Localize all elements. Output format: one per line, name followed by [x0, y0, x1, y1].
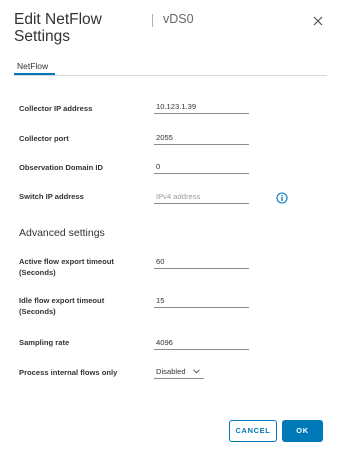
collector-port-input[interactable]	[154, 130, 249, 145]
dialog-title: Edit NetFlow Settings	[14, 11, 102, 45]
collector-ip-input[interactable]	[154, 99, 249, 114]
idle-timeout-label: Idle flow export timeout (Seconds)	[19, 296, 104, 317]
close-icon	[313, 16, 323, 26]
switch-ip-input[interactable]	[154, 189, 249, 204]
sampling-rate-input[interactable]	[154, 335, 249, 350]
collector-ip-label: Collector IP address	[19, 104, 93, 113]
observation-domain-label: Observation Domain ID	[19, 163, 103, 172]
advanced-settings-heading: Advanced settings	[19, 227, 105, 239]
switch-ip-label: Switch IP address	[19, 192, 84, 201]
cancel-button[interactable]: CANCEL	[229, 420, 277, 442]
collector-port-label: Collector port	[19, 134, 69, 143]
active-timeout-label: Active flow export timeout (Seconds)	[19, 257, 114, 278]
dialog-subtitle: vDS0	[163, 12, 194, 26]
internal-flows-label: Process internal flows only	[19, 368, 118, 377]
switch-ip-info-button[interactable]	[276, 191, 288, 204]
active-timeout-input[interactable]	[154, 254, 249, 269]
info-icon	[276, 192, 288, 204]
idle-timeout-input[interactable]	[154, 293, 249, 308]
tab-divider	[14, 75, 327, 76]
close-button[interactable]	[312, 14, 324, 26]
observation-domain-input[interactable]	[154, 159, 249, 174]
active-timeout-label-line1: Active flow export timeout	[19, 257, 114, 266]
tab-netflow[interactable]: NetFlow	[17, 61, 48, 71]
edit-netflow-dialog: Edit NetFlow Settings vDS0 NetFlow Colle…	[0, 0, 337, 453]
chevron-down-icon	[193, 369, 200, 374]
sampling-rate-label: Sampling rate	[19, 338, 70, 347]
idle-timeout-label-line2: (Seconds)	[19, 306, 56, 316]
internal-flows-select[interactable]: Disabled	[154, 365, 204, 379]
title-divider	[152, 14, 153, 27]
ok-button[interactable]: OK	[282, 420, 323, 442]
active-timeout-label-line2: (Seconds)	[19, 267, 56, 277]
internal-flows-value: Disabled	[156, 367, 186, 376]
idle-timeout-label-line1: Idle flow export timeout	[19, 296, 105, 305]
